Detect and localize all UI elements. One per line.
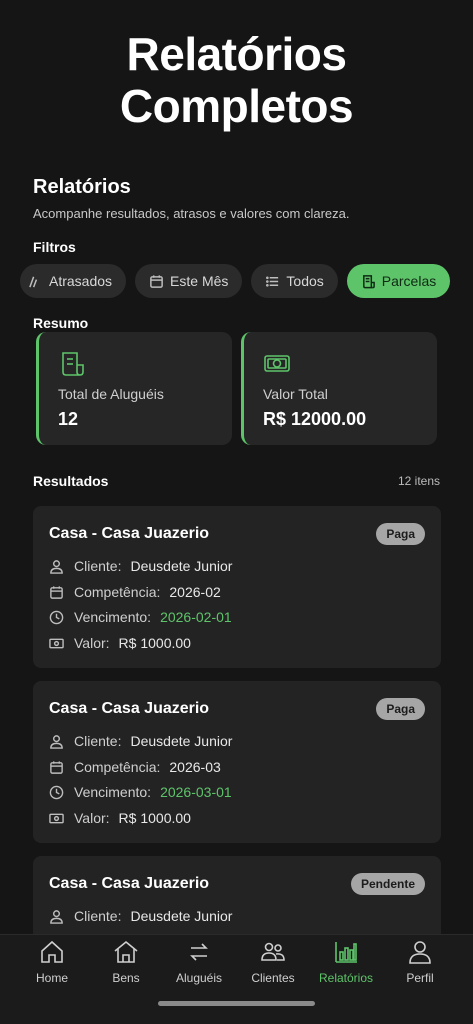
tab-label: Aluguéis: [175, 971, 223, 985]
summary-card-value: 12: [58, 409, 79, 429]
page-title: Relatórios: [33, 176, 131, 198]
filter-chip-todos[interactable]: Todos: [251, 264, 338, 298]
filters-label: Filtros: [33, 239, 76, 255]
result-due-label: Vencimento:: [74, 784, 152, 800]
result-value-row: Valor: R$ 1000.00: [49, 633, 191, 653]
result-competence-label: Competência:: [74, 759, 161, 775]
summary-card-label: Valor Total: [263, 386, 328, 402]
filter-chip-label: Parcelas: [381, 273, 437, 289]
tab-label: Clientes: [251, 971, 295, 985]
status-badge: Paga: [376, 523, 425, 545]
result-competence-row: Competência: 2026-02: [49, 582, 221, 602]
calendar-icon: [50, 760, 63, 774]
tab-clientes[interactable]: Clientes: [234, 939, 312, 985]
cash-icon: [49, 638, 64, 648]
result-card[interactable]: Casa - Casa Juazerio Pendente Cliente: D…: [33, 856, 441, 934]
result-client-value: Deusdete Junior: [130, 733, 233, 749]
swap-icon: [190, 943, 208, 961]
result-due-value: 2026-02-01: [160, 609, 232, 625]
receipt-icon: [62, 352, 84, 376]
summary-card-label: Total de Aluguéis: [58, 386, 164, 402]
summary-card-total-alugueis: Total de Aluguéis 12: [36, 332, 232, 445]
summary-card-valor-total: Valor Total R$ 12000.00: [241, 332, 437, 445]
result-value-label: Valor:: [74, 810, 110, 826]
result-value-value: R$ 1000.00: [118, 810, 191, 826]
filter-chips: Atrasados Este Mês Todos Parcelas: [20, 264, 473, 298]
clock-icon: [49, 785, 64, 799]
bar-chart-icon: [335, 942, 357, 963]
tab-bens[interactable]: Bens: [87, 939, 165, 985]
result-competence-value: 2026-03: [169, 759, 221, 775]
tab-relatorios[interactable]: Relatórios: [307, 939, 385, 985]
result-due-row: Vencimento: 2026-02-01: [49, 607, 232, 627]
result-title: Casa - Casa Juazerio: [49, 700, 210, 717]
results-count: 12 itens: [397, 474, 440, 488]
tab-alugueis[interactable]: Aluguéis: [160, 939, 238, 985]
user-icon: [50, 909, 63, 924]
result-due-row: Vencimento: 2026-03-01: [49, 782, 232, 802]
result-client-label: Cliente:: [74, 908, 122, 924]
tab-home[interactable]: Home: [13, 939, 91, 985]
users-icon: [261, 942, 285, 961]
filter-chip-atrasados[interactable]: Atrasados: [20, 264, 127, 298]
filter-chip-este-mes[interactable]: Este Mês: [135, 264, 243, 298]
calendar-icon: [150, 274, 163, 288]
house-icon: [114, 940, 138, 963]
result-title: Casa - Casa Juazerio: [49, 875, 210, 892]
result-client-row: Cliente: Deusdete Junior: [49, 731, 232, 751]
result-client-row: Cliente: Deusdete Junior: [49, 556, 232, 576]
bottom-tab-bar: Home Bens Aluguéis Clientes Relatórios P…: [0, 934, 473, 1024]
user-icon: [409, 941, 431, 964]
filter-chip-label: Este Mês: [170, 273, 229, 289]
clock-icon: [49, 610, 64, 624]
result-due-label: Vencimento:: [74, 609, 152, 625]
cash-icon: [49, 813, 64, 823]
result-client-row: Cliente: Deusdete Junior: [49, 906, 232, 926]
result-competence-label: Competência:: [74, 584, 161, 600]
hero-title: Relatórios Completos: [0, 28, 473, 132]
calendar-icon: [50, 585, 63, 599]
filter-chip-label: Todos: [286, 273, 324, 289]
summary-card-value: R$ 12000.00: [263, 409, 367, 429]
result-card[interactable]: Casa - Casa Juazerio Paga Cliente: Deusd…: [33, 506, 441, 668]
cash-icon: [264, 355, 290, 372]
clock-partial-icon: [29, 276, 38, 287]
filter-chip-label: Atrasados: [49, 273, 113, 289]
result-value-label: Valor:: [74, 635, 110, 651]
results-list[interactable]: Casa - Casa Juazerio Paga Cliente: Deusd…: [33, 506, 441, 934]
list-icon: [266, 275, 279, 287]
page-subtitle: Acompanhe resultados, atrasos e valores …: [33, 206, 350, 221]
result-due-value: 2026-03-01: [160, 784, 232, 800]
user-icon: [50, 559, 63, 574]
result-client-value: Deusdete Junior: [130, 908, 233, 924]
result-competence-row: Competência: 2026-03: [49, 757, 221, 777]
result-card[interactable]: Casa - Casa Juazerio Paga Cliente: Deusd…: [33, 681, 441, 843]
status-badge: Pendente: [350, 873, 425, 895]
results-label: Resultados: [33, 473, 109, 489]
tab-perfil[interactable]: Perfil: [381, 939, 459, 985]
result-client-label: Cliente:: [74, 733, 122, 749]
home-indicator: [158, 1001, 315, 1006]
receipt-icon: [362, 274, 375, 288]
result-value-row: Valor: R$ 1000.00: [49, 808, 191, 828]
summary-label: Resumo: [33, 315, 89, 331]
result-client-label: Cliente:: [74, 558, 122, 574]
result-client-value: Deusdete Junior: [130, 558, 233, 574]
result-title: Casa - Casa Juazerio: [49, 525, 210, 542]
result-value-value: R$ 1000.00: [118, 635, 191, 651]
filter-chip-parcelas[interactable]: Parcelas: [346, 264, 451, 298]
hero-title-line1: Relatórios: [126, 28, 347, 80]
user-icon: [50, 734, 63, 749]
hero-title-line2: Completos: [119, 80, 354, 132]
result-competence-value: 2026-02: [169, 584, 221, 600]
tab-label: Bens: [112, 971, 140, 985]
home-icon: [41, 940, 63, 963]
status-badge: Paga: [376, 698, 425, 720]
tab-label: Perfil: [406, 971, 434, 985]
tab-label: Home: [35, 971, 68, 985]
tab-label: Relatórios: [318, 971, 374, 985]
